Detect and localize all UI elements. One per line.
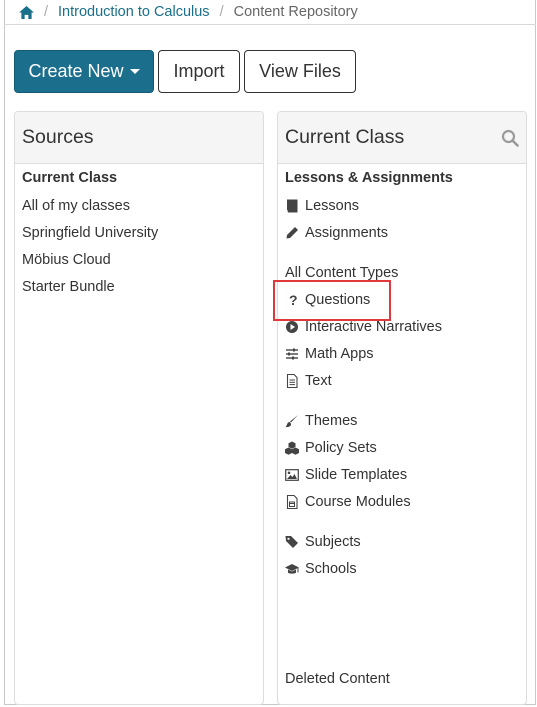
content-item-label: Themes bbox=[305, 413, 358, 429]
source-item-current-class[interactable]: Current Class bbox=[22, 167, 117, 189]
breadcrumb-separator: / bbox=[219, 4, 224, 20]
current-class-heading: Current Class bbox=[278, 112, 526, 164]
content-item-policy-sets[interactable]: Policy Sets bbox=[285, 437, 377, 459]
content-item-label: Schools bbox=[305, 561, 357, 577]
content-item-slide-templates[interactable]: Slide Templates bbox=[285, 464, 407, 486]
document-icon bbox=[285, 374, 299, 388]
play-circle-icon bbox=[285, 320, 299, 334]
content-item-lessons[interactable]: Lessons bbox=[285, 195, 359, 217]
content-item-label: Lessons bbox=[305, 198, 360, 214]
content-item-course-modules[interactable]: Course Modules bbox=[285, 491, 411, 513]
image-icon bbox=[285, 468, 299, 482]
create-new-button[interactable]: Create New bbox=[14, 50, 154, 93]
breadcrumb-current: Content Repository bbox=[233, 4, 358, 20]
create-new-label: Create New bbox=[28, 61, 124, 81]
home-icon[interactable] bbox=[19, 5, 34, 19]
content-item-label: Interactive Narratives bbox=[305, 319, 442, 335]
content-item-label: Course Modules bbox=[305, 494, 411, 510]
sources-heading: Sources bbox=[15, 112, 263, 164]
view-files-button[interactable]: View Files bbox=[244, 50, 356, 93]
breadcrumb-separator: / bbox=[44, 4, 49, 20]
source-item-all-classes[interactable]: All of my classes bbox=[22, 195, 130, 217]
content-item-themes[interactable]: Themes bbox=[285, 410, 357, 432]
content-item-math-apps[interactable]: Math Apps bbox=[285, 343, 374, 365]
content-item-label: Slide Templates bbox=[305, 467, 408, 483]
sliders-icon bbox=[285, 347, 299, 361]
content-item-assignments[interactable]: Assignments bbox=[285, 222, 388, 244]
paintbrush-icon bbox=[285, 414, 299, 428]
cubes-icon bbox=[285, 441, 299, 455]
sources-panel: Sources Current Class All of my classes … bbox=[14, 111, 264, 705]
sources-title: Sources bbox=[22, 126, 94, 148]
breadcrumb-course-link[interactable]: Introduction to Calculus bbox=[58, 4, 210, 20]
content-item-label: Math Apps bbox=[305, 346, 374, 362]
source-item-starter-bundle[interactable]: Starter Bundle bbox=[22, 276, 115, 298]
source-item-springfield[interactable]: Springfield University bbox=[22, 222, 158, 244]
content-item-subjects[interactable]: Subjects bbox=[285, 531, 361, 553]
current-class-title: Current Class bbox=[285, 126, 405, 148]
tag-icon bbox=[285, 535, 299, 549]
content-item-label: Assignments bbox=[305, 225, 389, 241]
content-item-text[interactable]: Text bbox=[285, 370, 332, 392]
graduation-cap-icon bbox=[285, 562, 299, 576]
source-item-mobius-cloud[interactable]: Möbius Cloud bbox=[22, 249, 111, 271]
book-icon bbox=[285, 199, 299, 213]
caret-down-icon bbox=[129, 69, 140, 74]
content-item-label: Policy Sets bbox=[305, 440, 377, 456]
content-item-schools[interactable]: Schools bbox=[285, 558, 357, 580]
content-item-label: Subjects bbox=[305, 534, 361, 550]
content-item-label: Text bbox=[305, 373, 332, 389]
section-heading-lessons-assignments: Lessons & Assignments bbox=[285, 170, 453, 186]
current-class-panel: Current Class Lessons & Assignments Less… bbox=[277, 111, 527, 705]
breadcrumb: / Introduction to Calculus / Content Rep… bbox=[4, 0, 536, 25]
highlight-box bbox=[273, 280, 391, 321]
search-icon[interactable] bbox=[501, 129, 519, 147]
file-box-icon bbox=[285, 495, 299, 509]
content-item-deleted-content[interactable]: Deleted Content bbox=[285, 668, 390, 690]
pencil-icon bbox=[285, 226, 299, 240]
import-button[interactable]: Import bbox=[158, 50, 240, 93]
